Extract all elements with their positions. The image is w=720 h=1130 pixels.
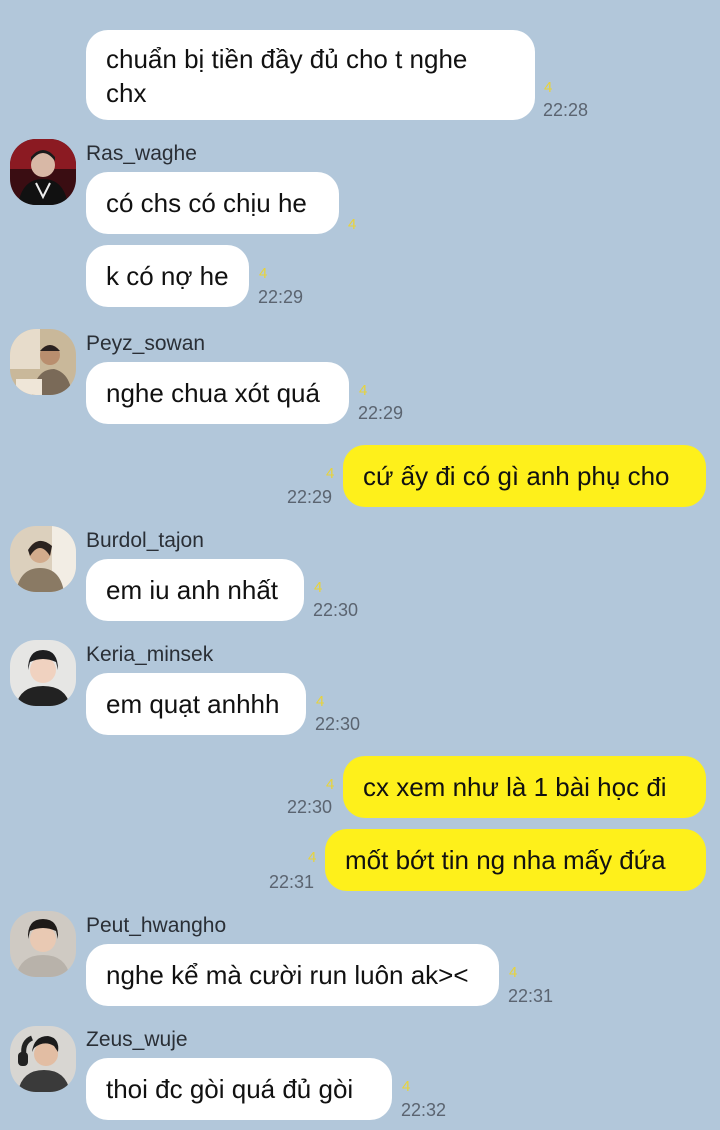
message-time: 22:28 [543,100,589,120]
unread-count: 4 [402,1078,411,1095]
unread-count: 4 [259,265,268,282]
avatar[interactable] [10,1026,76,1092]
sender-name: Burdol_tajon [86,529,204,552]
unread-count: 4 [544,79,553,96]
message-time: 22:30 [313,600,359,620]
message-time: 22:30 [287,797,333,817]
message-time: 22:30 [315,714,361,734]
message-bubble[interactable]: mốt bớt tin ng nha mấy đứa [325,829,706,891]
message-time: 22:31 [269,872,315,892]
message-bubble[interactable]: k có nợ he [86,245,249,307]
message-time: 22:29 [287,487,333,507]
unread-count: 4 [314,579,323,596]
avatar[interactable] [10,139,76,205]
unread-count: 4 [326,465,335,482]
sender-name: Ras_waghe [86,142,197,165]
message-bubble[interactable]: có chs có chịu he [86,172,339,234]
message-bubble[interactable]: em quạt anhhh [86,673,306,735]
message-time: 22:29 [358,403,404,423]
sender-name: Peyz_sowan [86,332,206,355]
unread-count: 4 [308,849,317,866]
avatar[interactable] [10,329,76,395]
avatar[interactable] [10,911,76,977]
message-bubble[interactable]: chuẩn bị tiền đầy đủ cho t nghe chx [86,30,535,120]
message-time: 22:29 [258,287,304,307]
message-bubble[interactable]: cx xem như là 1 bài học đi [343,756,706,818]
unread-count: 4 [359,382,368,399]
unread-count: 4 [348,216,357,233]
message-time: 22:32 [401,1100,447,1120]
chat-screen: { "chat": { "messages": [ {"sender": "",… [0,0,720,1130]
message-time: 22:31 [508,986,554,1006]
unread-count: 4 [326,776,335,793]
message-bubble[interactable]: thoi đc gòi quá đủ gòi [86,1058,392,1120]
avatar[interactable] [10,526,76,592]
avatar[interactable] [10,640,76,706]
message-bubble[interactable]: em iu anh nhất [86,559,304,621]
message-bubble[interactable]: nghe kể mà cười run luôn ak>< [86,944,499,1006]
sender-name: Zeus_wuje [86,1028,188,1051]
unread-count: 4 [509,964,518,981]
sender-name: Peut_hwangho [86,914,227,937]
message-bubble[interactable]: nghe chua xót quá [86,362,349,424]
message-bubble[interactable]: cứ ấy đi có gì anh phụ cho [343,445,706,507]
unread-count: 4 [316,693,325,710]
sender-name: Keria_minsek [86,643,214,666]
